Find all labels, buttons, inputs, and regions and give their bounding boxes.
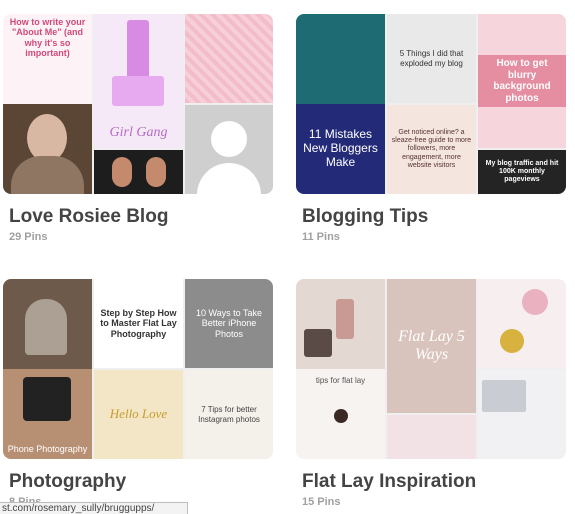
pin-caption: 11 Mistakes New Bloggers Make [303,127,378,169]
board-title[interactable]: Blogging Tips [302,206,428,228]
cover-photo: tips for flat lay [296,279,385,459]
girl-gang-pin: Girl Gang [94,14,183,148]
board-card[interactable]: Phone Photography Step by Step How to Ma… [3,279,273,508]
pin-count: 29 Pins [9,231,48,243]
pink-flowers-photo [478,279,566,368]
board-collage[interactable]: How to write your "About Me" (and why it… [3,14,273,194]
pin-caption: Phone Photography [7,443,88,454]
hello-love-pin: Hello Love [94,370,183,459]
phone-photo: Phone Photography [3,369,92,459]
pin-caption: 10 Ways to Take Better iPhone Photos [195,307,263,339]
pin-caption: Flat Lay 5 Ways [398,327,465,363]
pin-caption: tips for flat lay [315,376,366,385]
shoes-photo [94,150,183,194]
board-collage[interactable]: Phone Photography Step by Step How to Ma… [3,279,273,459]
pin-caption: Get noticed online? a sleaze-free guide … [391,129,472,169]
pin-caption: 7 Tips for better Instagram photos [198,405,260,424]
pin-caption: Hello Love [109,406,168,422]
flowers-desk-photo [387,415,476,459]
board-title[interactable]: Love Rosiee Blog [9,206,168,228]
board-card[interactable]: How to write your "About Me" (and why it… [3,14,273,243]
makeup-photo [296,279,385,369]
blog-traffic-pin: My blog traffic and hit 100K monthly pag… [478,150,566,194]
pin-caption: My blog traffic and hit 100K monthly pag… [485,159,559,184]
laptop-desk-photo [478,370,566,459]
pin-caption: How to write your "About Me" (and why it… [9,17,86,59]
blurry-background-pin: How to get blurry background photos [478,14,566,148]
pink-texture-photo [185,14,273,103]
flat-lay-pin: Step by Step How to Master Flat Lay Phot… [94,279,183,368]
about-me-pin: How to write your "About Me" (and why it… [3,14,92,104]
cover-photo: How to write your "About Me" (and why it… [3,14,92,194]
mistakes-pin: 11 Mistakes New Bloggers Make [296,104,385,194]
cover-photo: Phone Photography [3,279,92,459]
board-card[interactable]: 11 Mistakes New Bloggers Make 5 Things I… [296,14,566,243]
tips-flat-lay-photo: tips for flat lay [296,369,385,459]
cover-photo: 11 Mistakes New Bloggers Make [296,14,385,194]
board-title[interactable]: Photography [9,471,126,493]
jar-photo [3,279,92,369]
board-title[interactable]: Flat Lay Inspiration [302,471,476,493]
board-collage[interactable]: tips for flat lay Flat Lay 5 Ways [296,279,566,459]
pin-count: 11 Pins [302,231,340,243]
board-collage[interactable]: 11 Mistakes New Bloggers Make 5 Things I… [296,14,566,194]
placeholder-image [185,105,273,194]
pin-caption: Step by Step How to Master Flat Lay Phot… [100,307,177,339]
laptop-pin: 5 Things I did that exploded my blog [387,14,476,103]
portrait-photo [3,104,92,194]
pin-caption: How to get blurry background photos [478,55,566,107]
get-noticed-pin: Get noticed online? a sleaze-free guide … [387,105,476,194]
board-card[interactable]: tips for flat lay Flat Lay 5 Ways Flat L… [296,279,566,508]
pin-caption: Girl Gang [109,125,168,140]
browser-status-bar: st.com/rosemary_sully/bruggupps/ [0,502,188,514]
pin-count: 15 Pins [302,496,341,508]
flat-lay-5-ways-pin: Flat Lay 5 Ways [387,279,476,413]
pin-caption: 5 Things I did that exploded my blog [399,49,464,68]
iphone-photos-pin: 10 Ways to Take Better iPhone Photos [185,279,273,368]
instagram-tips-pin: 7 Tips for better Instagram photos [185,370,273,459]
teal-collage [296,14,385,104]
